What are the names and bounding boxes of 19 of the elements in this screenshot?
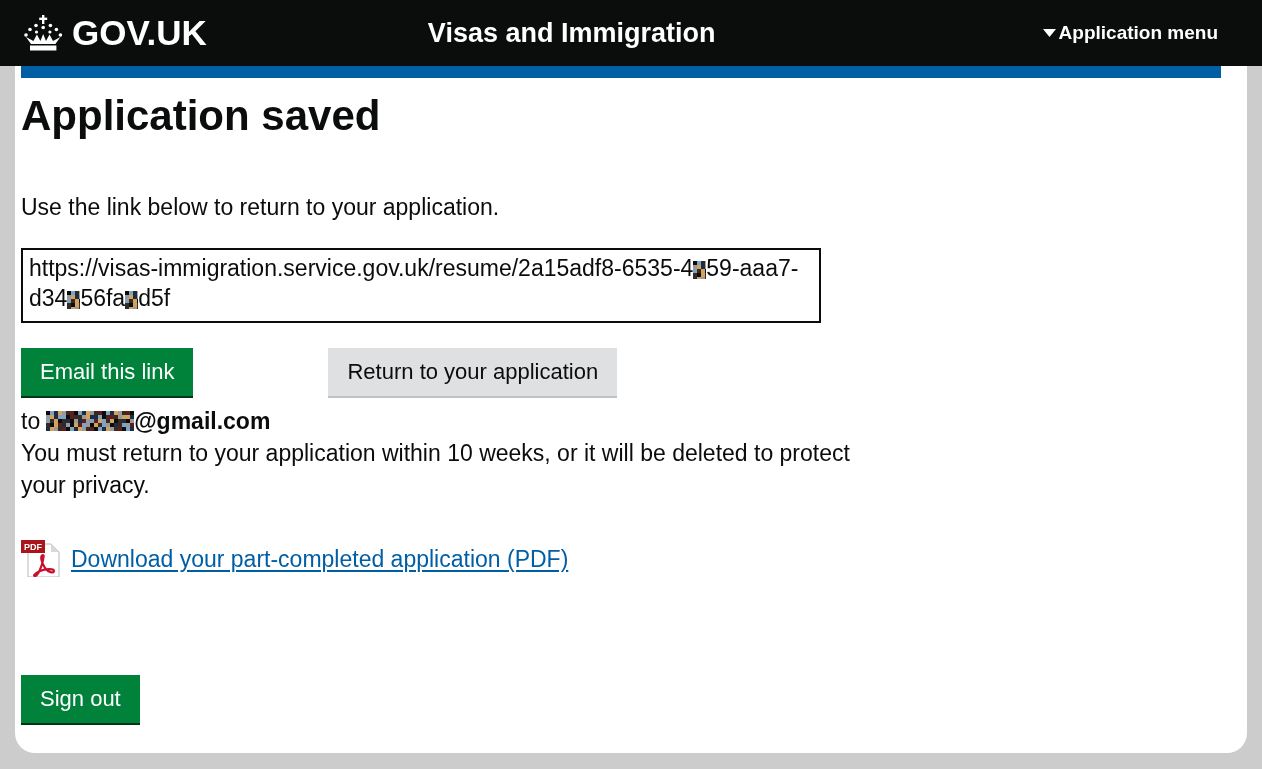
email-link-button[interactable]: Email this link xyxy=(21,348,194,396)
application-menu-button[interactable]: Application menu xyxy=(1042,21,1218,45)
pixelated-patch-icon xyxy=(125,291,139,309)
intro-text: Use the link below to return to your application. xyxy=(21,193,500,222)
recipient-prefix: to xyxy=(21,407,41,436)
resume-link-field[interactable]: https://visas-immigration.service.gov.uk/resume/2a15adf8-6535-4 59-aaa7-d34 56fa d5f xyxy=(21,248,821,323)
page-title: Application saved xyxy=(21,91,381,141)
service-name: Visas and Immigration xyxy=(427,17,716,50)
pixelated-patch-icon xyxy=(67,291,81,309)
govuk-logo-link[interactable]: GOV.UK xyxy=(24,13,207,53)
sign-out-button[interactable]: Sign out xyxy=(21,675,140,723)
pixelated-patch-icon xyxy=(46,411,135,431)
pixelated-patch-icon xyxy=(693,261,707,279)
download-pdf-link[interactable]: Download your part-completed application (PDF) xyxy=(71,543,569,574)
email-address: @gmail.com xyxy=(134,407,271,436)
caret-icon xyxy=(1042,29,1056,37)
return-button[interactable]: Return to your application xyxy=(328,348,618,396)
crown-icon xyxy=(24,15,62,51)
deletion-notice: You must return to your application within 10 weeks, or it will be deleted to protect your privacy. xyxy=(21,439,851,500)
